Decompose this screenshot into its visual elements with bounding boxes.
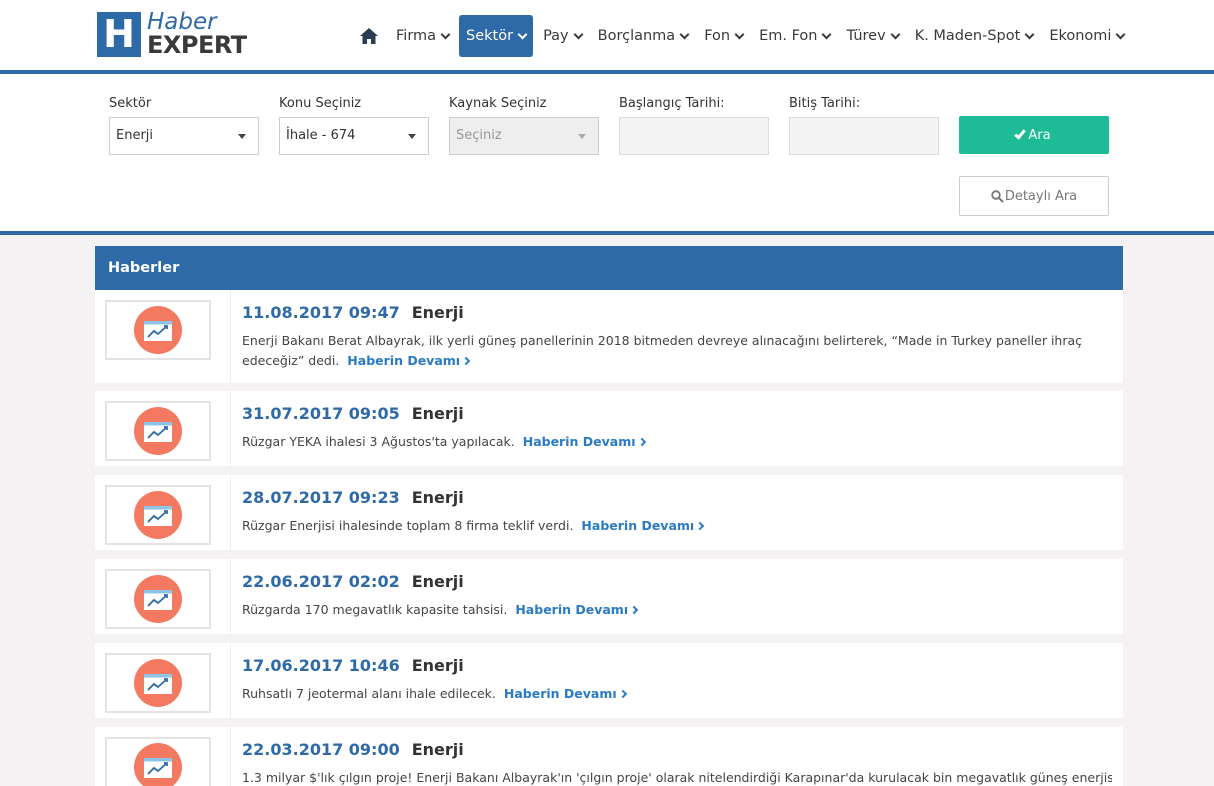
end-date-label: Bitiş Tarihi: (789, 96, 861, 111)
sector-select[interactable]: Enerji (109, 117, 259, 155)
news-date[interactable]: 22.03.2017 09:00 (242, 740, 400, 759)
growth-chart-icon (134, 743, 182, 786)
read-more-link[interactable]: Haberin Devamı (523, 434, 646, 449)
news-thumbnail[interactable] (105, 653, 211, 713)
read-more-link[interactable]: Haberin Devamı (347, 353, 471, 368)
news-category: Enerji (411, 303, 464, 322)
filter-panel: Sektör Enerji Konu Seçiniz İhale - 674 K… (0, 74, 1214, 231)
main-nav: Firma Sektör Pay Borçlanma Fon Em. Fon T… (356, 15, 1132, 57)
nav-item-borclanma[interactable]: Borçlanma (592, 15, 695, 57)
news-summary: Ruhsatlı 7 jeotermal alanı ihale edilece… (242, 686, 496, 701)
read-more-link[interactable]: Haberin Devamı (504, 686, 627, 701)
news-item: 31.07.2017 09:05 Enerji Rüzgar YEKA ihale… (95, 391, 1123, 466)
news-thumbnail[interactable] (105, 737, 211, 786)
logo-name-bottom: EXPERT (147, 31, 247, 59)
growth-chart-icon (134, 407, 182, 455)
chevron-right-icon (461, 356, 471, 366)
chevron-down-icon (734, 29, 745, 39)
news-summary: Rüzgar Enerjisi ihalesinde toplam 8 firm… (242, 518, 574, 533)
news-panel-title: Haberler (95, 246, 1123, 290)
topic-label: Konu Seçiniz (279, 96, 362, 111)
news-summary: Rüzgar YEKA ihalesi 3 Ağustos'ta yapılac… (242, 434, 515, 449)
source-select[interactable]: Seçiniz (449, 117, 599, 155)
news-date[interactable]: 31.07.2017 09:05 (242, 404, 400, 423)
logo-mark: H (97, 11, 141, 57)
nav-home[interactable] (356, 15, 382, 57)
news-item: 28.07.2017 09:23 Enerji Rüzgar Enerjisi i… (95, 475, 1123, 550)
nav-item-ekonomi[interactable]: Ekonomi (1043, 15, 1130, 57)
chevron-down-icon (890, 29, 901, 39)
chevron-right-icon (629, 605, 639, 615)
news-item: 22.03.2017 09:00 Enerji 1.3 milyar $'lık … (95, 727, 1123, 786)
news-thumbnail[interactable] (105, 401, 211, 461)
chevron-down-icon (822, 29, 832, 39)
nav-item-firma[interactable]: Firma (390, 15, 455, 57)
filter-divider (0, 231, 1214, 235)
growth-chart-icon (134, 306, 182, 354)
news-category: Enerji (411, 656, 464, 675)
news-category: Enerji (411, 572, 464, 591)
search-button[interactable]: Ara (959, 116, 1109, 154)
growth-chart-icon (134, 659, 182, 707)
news-item: 17.06.2017 10:46 Enerji Ruhsatlı 7 jeoter… (95, 643, 1123, 718)
nav-item-k-maden-spot[interactable]: K. Maden-Spot (909, 15, 1040, 57)
topic-select[interactable]: İhale - 674 (279, 117, 429, 155)
chevron-down-icon (1024, 29, 1035, 39)
start-date-label: Başlangıç Tarihi: (619, 96, 725, 111)
news-summary: 1.3 milyar $'lık çılgın proje! Enerji Ba… (242, 770, 1112, 785)
site-header: H Haber EXPERT Firma Sektör Pay Borçlanm… (0, 0, 1214, 70)
news-item: 22.06.2017 02:02 Enerji Rüzgarda 170 mega… (95, 559, 1123, 634)
read-more-link[interactable]: Haberin Devamı (581, 518, 705, 533)
caret-down-icon (578, 134, 586, 139)
logo[interactable]: H Haber EXPERT (97, 11, 247, 57)
chevron-right-icon (618, 689, 627, 699)
caret-down-icon (238, 134, 246, 139)
chevron-down-icon (679, 29, 690, 39)
nav-item-sektor[interactable]: Sektör (459, 15, 534, 57)
end-date-input[interactable] (789, 117, 939, 155)
news-date[interactable]: 22.06.2017 02:02 (242, 572, 400, 591)
chevron-down-icon (573, 29, 584, 39)
nav-item-em-fon[interactable]: Em. Fon (753, 15, 836, 57)
caret-down-icon (408, 134, 416, 139)
nav-item-fon[interactable]: Fon (698, 15, 749, 57)
nav-item-turev[interactable]: Türev (840, 15, 904, 57)
chevron-right-icon (637, 437, 646, 447)
detailed-search-button[interactable]: Detaylı Ara (959, 176, 1109, 216)
news-category: Enerji (411, 740, 464, 759)
news-summary: Rüzgarda 170 megavatlık kapasite tahsisi… (242, 602, 508, 617)
sector-label: Sektör (109, 96, 152, 111)
start-date-input[interactable] (619, 117, 769, 155)
growth-chart-icon (134, 491, 182, 539)
source-label: Kaynak Seçiniz (449, 96, 547, 111)
chevron-down-icon (440, 29, 451, 39)
read-more-link[interactable]: Haberin Devamı (515, 602, 639, 617)
logo-name-top: Haber (147, 9, 217, 35)
nav-item-pay[interactable]: Pay (537, 15, 588, 57)
news-date[interactable]: 11.08.2017 09:47 (242, 303, 400, 322)
news-date[interactable]: 28.07.2017 09:23 (242, 488, 400, 507)
news-thumbnail[interactable] (105, 569, 211, 629)
news-item: 11.08.2017 09:47 Enerji Enerji Bakanı Ber… (95, 290, 1123, 383)
news-thumbnail[interactable] (105, 300, 211, 360)
chevron-right-icon (695, 521, 705, 531)
news-category: Enerji (411, 404, 464, 423)
check-icon (1014, 126, 1027, 140)
growth-chart-icon (134, 575, 182, 623)
chevron-down-icon (517, 29, 528, 39)
news-category: Enerji (411, 488, 464, 507)
search-icon (991, 189, 1004, 203)
news-thumbnail[interactable] (105, 485, 211, 545)
home-icon (360, 28, 378, 44)
chevron-down-icon (1116, 29, 1126, 39)
news-date[interactable]: 17.06.2017 10:46 (242, 656, 400, 675)
